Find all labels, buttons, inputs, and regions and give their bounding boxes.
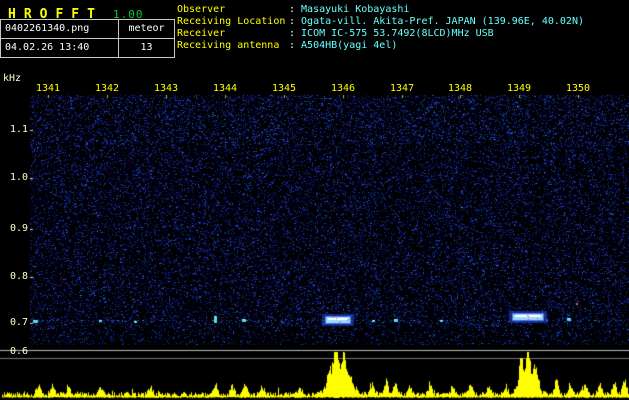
freq-tick-label: 1.0 <box>9 172 28 183</box>
info-colon: : <box>289 40 296 51</box>
session-table: 0402261340.png meteor 04.02.26 13:40 13 <box>0 19 175 58</box>
info-colon: : <box>289 16 296 27</box>
time-tick-label: 1342 <box>94 83 120 94</box>
time-tick-label: 1345 <box>271 83 297 94</box>
time-tick-label: 1343 <box>153 83 179 94</box>
info-label: Receiving antenna <box>177 40 280 51</box>
freq-tick-label: 0.8 <box>9 271 28 282</box>
info-value: ICOM IC-575 53.7492(8LCD)MHz USB <box>301 28 494 39</box>
info-label: Observer <box>177 4 226 15</box>
observer-info-row: Receiving Location: Ogata-vill. Akita-Pre… <box>177 16 584 28</box>
session-datetime: 04.02.26 13:40 <box>1 39 119 57</box>
info-value: A504HB(yagi 4el) <box>301 40 398 51</box>
info-colon: : <box>289 4 296 15</box>
info-colon: : <box>289 28 296 39</box>
session-count: 13 <box>140 42 153 53</box>
info-value: Ogata-vill. Akita-Pref. JAPAN (139.96E, … <box>301 16 584 27</box>
observer-info: Observer: Masayuki Kobayashi Receiving Loc… <box>177 4 584 52</box>
hrofft-screen: HROFFT 1.00 0402261340.png meteor 04.02.2… <box>0 0 629 400</box>
freq-tick-label: 0.6 <box>9 346 28 357</box>
info-label: Receiver <box>177 28 226 39</box>
time-tick-label: 1347 <box>389 83 415 94</box>
freq-tick-label: 0.7 <box>9 317 28 328</box>
info-label: Receiving Location <box>177 16 286 27</box>
freq-tick-label: 0.9 <box>9 223 28 234</box>
freq-unit-label: kHz <box>3 73 22 84</box>
session-filename: 0402261340.png <box>1 20 119 39</box>
time-tick-label: 1349 <box>506 83 532 94</box>
spectrogram-canvas <box>0 60 629 400</box>
observer-info-row: Receiving antenna: A504HB(yagi 4el) <box>177 40 584 52</box>
freq-tick-label: 1.1 <box>9 124 28 135</box>
time-tick-label: 1348 <box>447 83 473 94</box>
session-station: meteor <box>119 20 174 39</box>
observer-info-row: Receiver: ICOM IC-575 53.7492(8LCD)MHz US… <box>177 28 584 40</box>
observer-info-row: Observer: Masayuki Kobayashi <box>177 4 584 16</box>
info-value: Masayuki Kobayashi <box>301 4 410 15</box>
time-tick-label: 1344 <box>212 83 238 94</box>
time-tick-label: 1341 <box>35 83 61 94</box>
time-tick-label: 1346 <box>330 83 356 94</box>
time-tick-label: 1350 <box>565 83 591 94</box>
